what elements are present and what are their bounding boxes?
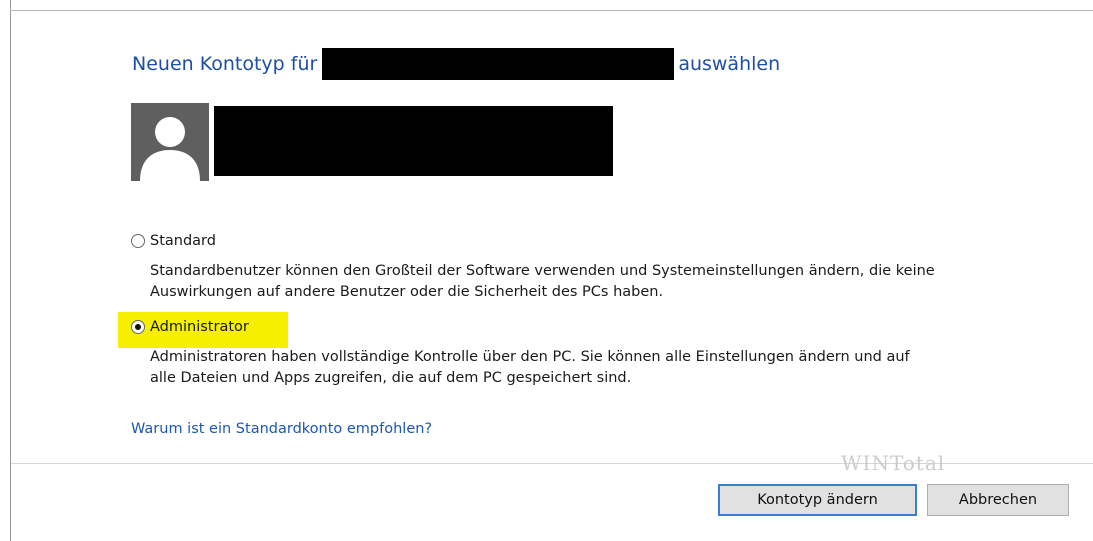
watermark-logo: WINTotal bbox=[841, 451, 946, 475]
standard-description-line-1: Standardbenutzer können den Großteil der… bbox=[150, 263, 935, 279]
administrator-description-line-1: Administratoren haben vollständige Kontr… bbox=[150, 349, 910, 365]
title-suffix: auswählen bbox=[678, 53, 781, 75]
redacted-account-name bbox=[322, 48, 675, 80]
standard-radio[interactable] bbox=[131, 234, 145, 248]
standard-description-line-2: Auswirkungen auf andere Benutzer oder di… bbox=[150, 284, 664, 300]
change-account-type-button[interactable]: Kontotyp ändern bbox=[718, 484, 917, 516]
window-top-border bbox=[10, 10, 1093, 11]
user-avatar-icon bbox=[131, 103, 209, 181]
option-administrator[interactable]: Administrator bbox=[131, 319, 249, 335]
administrator-label: Administrator bbox=[150, 319, 249, 335]
window-left-border bbox=[10, 0, 11, 541]
standard-label: Standard bbox=[150, 233, 216, 249]
radio-selected-dot bbox=[135, 324, 141, 330]
dialog-title: Neuen Kontotyp für auswählen bbox=[132, 48, 780, 80]
standard-description: Standardbenutzer können den Großteil der… bbox=[150, 261, 1070, 303]
redacted-user-name bbox=[214, 106, 613, 176]
title-prefix: Neuen Kontotyp für bbox=[132, 53, 318, 75]
why-standard-account-link[interactable]: Warum ist ein Standardkonto empfohlen? bbox=[131, 421, 432, 437]
cancel-button[interactable]: Abbrechen bbox=[927, 484, 1069, 516]
administrator-description-line-2: alle Dateien und Apps zugreifen, die auf… bbox=[150, 370, 632, 386]
administrator-radio[interactable] bbox=[131, 320, 145, 334]
administrator-description: Administratoren haben vollständige Kontr… bbox=[150, 347, 1070, 389]
option-standard[interactable]: Standard bbox=[131, 233, 216, 249]
